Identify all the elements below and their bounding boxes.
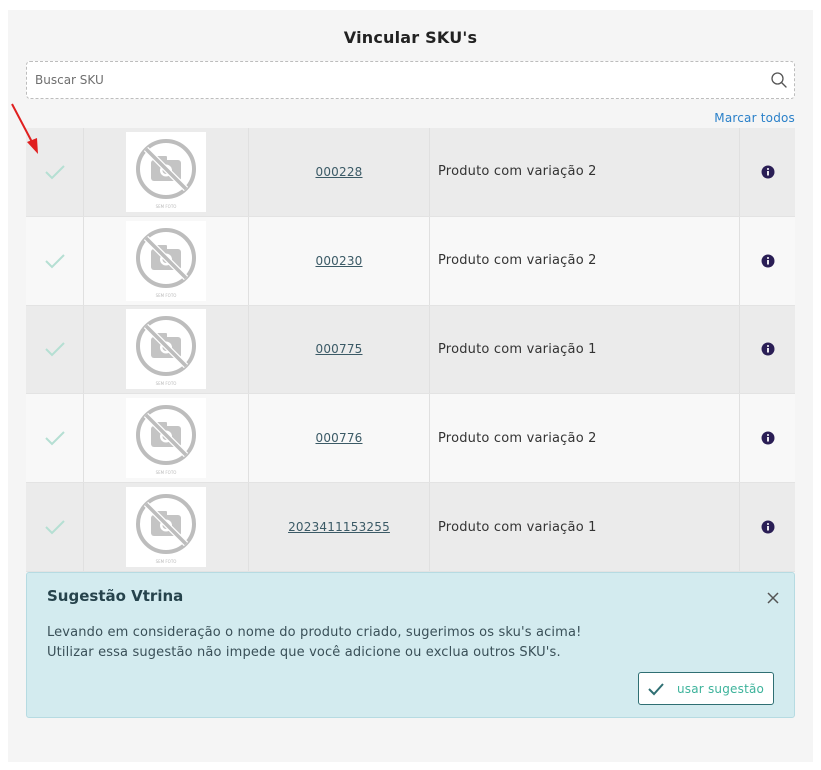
info-cell [740, 483, 795, 571]
info-icon[interactable] [761, 431, 775, 445]
suggestion-text: Levando em consideração o nome do produt… [47, 623, 581, 663]
no-photo-label: SEM FOTO [156, 381, 177, 386]
no-photo-icon: SEM FOTO [136, 405, 196, 475]
sku-code-link[interactable]: 000776 [315, 431, 362, 445]
code-cell: 000228 [249, 128, 430, 216]
modal-title: Vincular SKU's [343, 28, 478, 47]
no-photo-label: SEM FOTO [156, 204, 177, 209]
code-cell: 2023411153255 [249, 483, 430, 571]
no-photo-icon: SEM FOTO [136, 316, 196, 386]
check-icon [648, 682, 664, 695]
product-name: Produto com variação 2 [430, 394, 740, 483]
code-cell: 000230 [249, 216, 430, 305]
product-name: Produto com variação 1 [430, 483, 740, 571]
info-icon[interactable] [761, 254, 775, 268]
code-cell: 000776 [249, 394, 430, 483]
table-row: SEM FOTO 000230 Produto com variação 2 [26, 216, 795, 306]
product-thumbnail: SEM FOTO [126, 220, 206, 301]
image-cell: SEM FOTO [84, 216, 249, 305]
close-icon[interactable] [766, 591, 780, 605]
no-photo-label: SEM FOTO [156, 293, 177, 298]
info-cell [740, 306, 795, 394]
table-row: SEM FOTO 000776 Produto com variação 2 [26, 394, 795, 484]
mark-all-link[interactable]: Marcar todos [714, 111, 795, 125]
sku-code-link[interactable]: 000228 [315, 165, 362, 179]
no-photo-icon: SEM FOTO [136, 138, 196, 209]
suggestion-title: Sugestão Vtrina [47, 587, 184, 605]
no-photo-icon: SEM FOTO [136, 494, 196, 564]
use-suggestion-button[interactable]: usar sugestão [638, 672, 774, 705]
info-cell [740, 128, 795, 216]
info-icon[interactable] [761, 342, 775, 356]
sku-code-link[interactable]: 2023411153255 [288, 520, 390, 534]
check-icon[interactable] [44, 518, 66, 536]
info-cell [740, 217, 795, 305]
row-select-cell[interactable] [26, 394, 84, 483]
info-icon[interactable] [761, 165, 775, 179]
check-icon[interactable] [44, 252, 66, 270]
no-photo-label: SEM FOTO [156, 559, 177, 564]
row-select-cell[interactable] [26, 483, 84, 571]
product-name: Produto com variação 2 [430, 216, 740, 305]
red-arrow-annotation [11, 103, 38, 154]
search-field[interactable] [26, 61, 795, 99]
check-icon[interactable] [44, 340, 66, 358]
use-suggestion-label: usar sugestão [677, 681, 765, 696]
product-thumbnail: SEM FOTO [126, 131, 206, 212]
suggestion-box: Sugestão Vtrina Levando em consideração … [26, 572, 795, 718]
image-cell: SEM FOTO [84, 394, 249, 483]
check-icon[interactable] [44, 163, 66, 181]
row-select-cell[interactable] [26, 216, 84, 305]
image-cell: SEM FOTO [84, 483, 249, 571]
no-photo-icon: SEM FOTO [136, 227, 196, 298]
search-input[interactable] [27, 62, 762, 98]
table-row: SEM FOTO 2023411153255 Produto com varia… [26, 483, 795, 572]
image-cell: SEM FOTO [84, 128, 249, 216]
image-cell: SEM FOTO [84, 305, 249, 394]
product-name: Produto com variação 2 [430, 128, 740, 216]
row-select-cell[interactable] [26, 305, 84, 394]
no-photo-label: SEM FOTO [156, 470, 177, 475]
sku-table: SEM FOTO 000228 Produto com variação 2 S… [26, 128, 795, 572]
code-cell: 000775 [249, 305, 430, 394]
suggestion-line-1: Levando em consideração o nome do produt… [47, 625, 582, 640]
sku-code-link[interactable]: 000230 [315, 254, 362, 268]
search-icon[interactable] [770, 71, 788, 89]
table-row: SEM FOTO 000228 Produto com variação 2 [26, 128, 795, 217]
info-icon[interactable] [761, 520, 775, 534]
sku-code-link[interactable]: 000775 [315, 342, 362, 356]
product-thumbnail: SEM FOTO [126, 487, 206, 568]
product-thumbnail: SEM FOTO [126, 398, 206, 479]
product-thumbnail: SEM FOTO [126, 309, 206, 390]
check-icon[interactable] [44, 429, 66, 447]
product-name: Produto com variação 1 [430, 305, 740, 394]
suggestion-line-2: Utilizar essa sugestão não impede que vo… [47, 645, 561, 660]
table-row: SEM FOTO 000775 Produto com variação 1 [26, 305, 795, 395]
info-cell [740, 394, 795, 482]
